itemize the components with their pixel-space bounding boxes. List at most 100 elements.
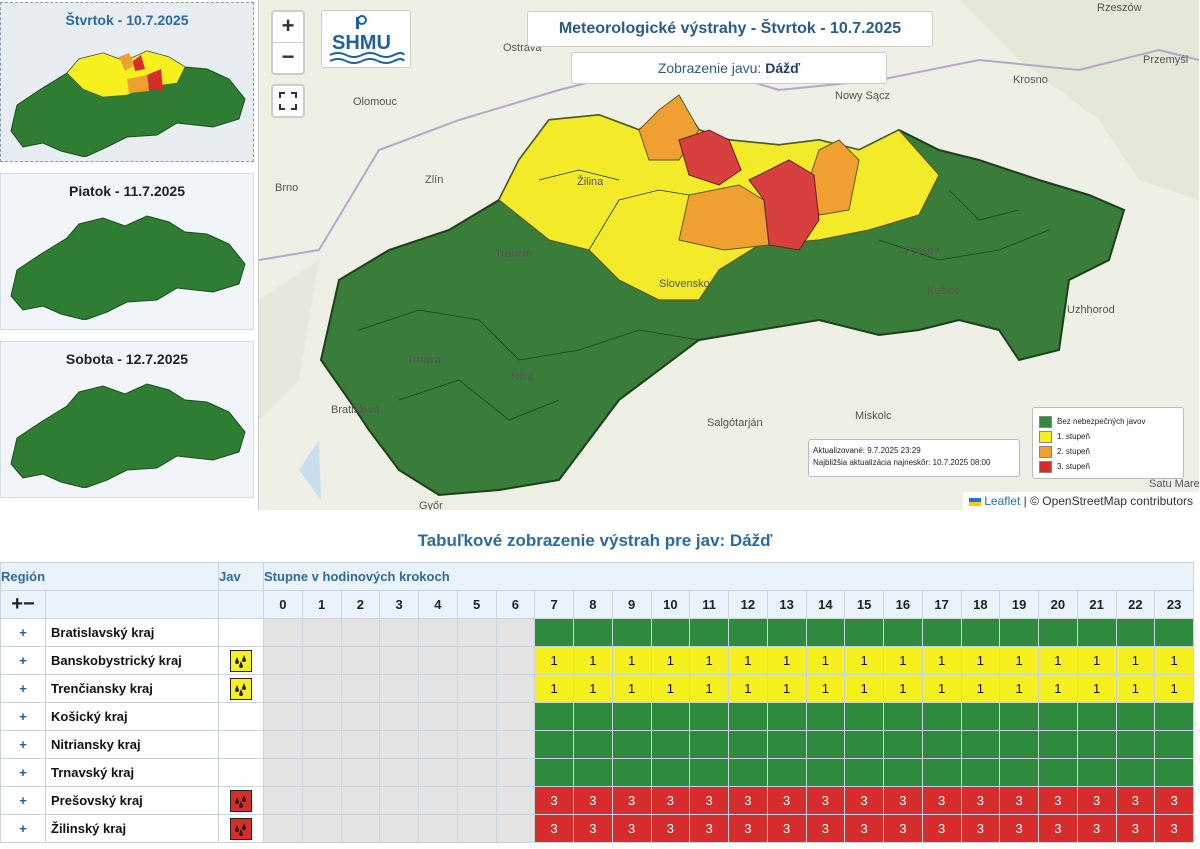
expand-row-button[interactable]: + <box>0 618 46 647</box>
fullscreen-button[interactable] <box>271 84 305 118</box>
hour-level-cell <box>766 618 807 647</box>
table-row: + Trnavský kraj <box>0 758 1194 787</box>
hour-level-cell <box>379 758 419 787</box>
hour-level-cell <box>456 786 497 815</box>
hour-level-cell <box>379 702 419 731</box>
hour-level-cell <box>379 814 419 843</box>
jav-cell <box>218 730 264 759</box>
next-update-text: Najbližšia aktualizácia najneskôr: 10.7.… <box>813 458 991 467</box>
rain-warning-icon <box>230 677 252 700</box>
map-legend: Bez nebezpečných javov 1. stupeň 2. stup… <box>1032 407 1184 479</box>
hour-level-cell: 1 <box>1038 646 1078 675</box>
day-card-saturday[interactable]: Sobota - 12.7.2025 <box>0 341 254 498</box>
hour-level-cell: 1 <box>766 674 807 703</box>
zoom-control: + − <box>271 10 305 75</box>
leaflet-link[interactable]: Leaflet <box>984 494 1020 508</box>
day-title: Sobota - 12.7.2025 <box>65 351 189 367</box>
column-steps: Stupne v hodinových krokoch <box>263 562 1194 591</box>
hour-level-cell <box>340 786 381 815</box>
city-label: Nitra <box>511 371 535 383</box>
expand-row-button[interactable]: + <box>0 730 46 759</box>
hour-header: 3 <box>379 590 419 619</box>
hour-level-cell: 3 <box>921 814 962 843</box>
hour-level-cell <box>456 618 497 647</box>
hour-level-cell <box>340 758 381 787</box>
hour-level-cell <box>883 730 923 759</box>
hour-level-cell <box>728 702 768 731</box>
hour-level-cell <box>301 646 342 675</box>
hour-level-cell <box>960 758 1001 787</box>
hour-level-cell <box>573 730 613 759</box>
hour-level-cell <box>921 758 962 787</box>
hour-level-cell <box>301 730 342 759</box>
hour-level-cell <box>999 618 1039 647</box>
hour-level-cell: 3 <box>1154 814 1194 843</box>
table-row: + Prešovský kraj 3 3 3 3 3 3 3 3 3 3 3 3 3 3 3 3 3 <box>0 786 1194 815</box>
hour-level-cell <box>883 702 923 731</box>
hour-header: 19 <box>999 590 1039 619</box>
expand-collapse-all-button[interactable]: +− <box>0 590 46 619</box>
hour-level-cell: 3 <box>805 786 846 815</box>
day-card-friday[interactable]: Piatok - 11.7.2025 <box>0 173 254 330</box>
expand-row-button[interactable]: + <box>0 646 46 675</box>
hour-level-cell <box>921 702 962 731</box>
hour-level-cell: 3 <box>844 814 884 843</box>
hour-level-cell <box>844 702 884 731</box>
hour-level-cell: 1 <box>1154 646 1194 675</box>
hour-level-cell: 1 <box>1115 646 1156 675</box>
hour-level-cell <box>418 618 458 647</box>
hour-level-cell <box>301 702 342 731</box>
hour-level-cell <box>418 730 458 759</box>
hour-header: 20 <box>1038 590 1078 619</box>
hour-level-cell: 3 <box>883 814 923 843</box>
warning-map[interactable]: Ostrava Rzeszów Olomouc Nowy Sącz Krosno… <box>258 0 1199 510</box>
city-label: Salgótarján <box>707 417 763 429</box>
hour-level-cell: 3 <box>1115 786 1156 815</box>
expand-row-button[interactable]: + <box>0 674 46 703</box>
hour-level-cell <box>573 618 613 647</box>
city-label: Nowy Sącz <box>835 90 891 102</box>
day-title: Štvrtok - 10.7.2025 <box>65 12 189 28</box>
expand-row-button[interactable]: + <box>0 702 46 731</box>
hour-level-cell: 1 <box>960 674 1001 703</box>
legend-item: 3. stupeň <box>1039 459 1177 474</box>
hour-level-cell <box>418 646 458 675</box>
day-card-thursday[interactable]: Štvrtok - 10.7.2025 <box>0 2 254 162</box>
hour-level-cell: 3 <box>650 786 691 815</box>
hour-level-cell <box>805 730 846 759</box>
hour-level-cell <box>379 730 419 759</box>
hour-level-cell: 3 <box>728 814 768 843</box>
zoom-out-button[interactable]: − <box>273 42 303 73</box>
map-attribution: Leaflet | © OpenStreetMap contributors <box>962 492 1199 510</box>
zoom-in-button[interactable]: + <box>273 12 303 42</box>
hour-level-cell: 3 <box>960 786 1001 815</box>
hour-level-cell <box>340 702 381 731</box>
hour-level-cell: 3 <box>960 814 1001 843</box>
hour-level-cell <box>883 618 923 647</box>
expand-row-button[interactable]: + <box>0 814 46 843</box>
city-label: Satu Mare <box>1149 478 1199 490</box>
hour-level-cell <box>1154 758 1194 787</box>
hour-level-cell <box>456 730 497 759</box>
hour-level-cell: 3 <box>999 786 1039 815</box>
hour-level-cell: 3 <box>573 814 613 843</box>
mini-map <box>10 383 246 488</box>
hour-level-cell <box>495 646 536 675</box>
expand-row-button[interactable]: + <box>0 758 46 787</box>
hour-level-cell <box>340 814 381 843</box>
hour-header: 12 <box>728 590 768 619</box>
hour-header: 5 <box>456 590 497 619</box>
hour-level-cell <box>263 702 303 731</box>
region-name: Trenčiansky kraj <box>45 674 219 703</box>
update-info: Aktualizované: 9.7.2025 23:29 Najbližšia… <box>808 439 1020 477</box>
hour-level-cell <box>611 618 652 647</box>
city-label: Przemyśl <box>1143 54 1189 66</box>
hour-level-cell: 3 <box>844 786 884 815</box>
hour-level-cell <box>456 702 497 731</box>
hour-level-cell <box>340 674 381 703</box>
hour-level-cell: 1 <box>611 646 652 675</box>
hour-level-cell <box>1154 730 1194 759</box>
hour-level-cell <box>573 702 613 731</box>
expand-row-button[interactable]: + <box>0 786 46 815</box>
hour-header: 13 <box>766 590 807 619</box>
